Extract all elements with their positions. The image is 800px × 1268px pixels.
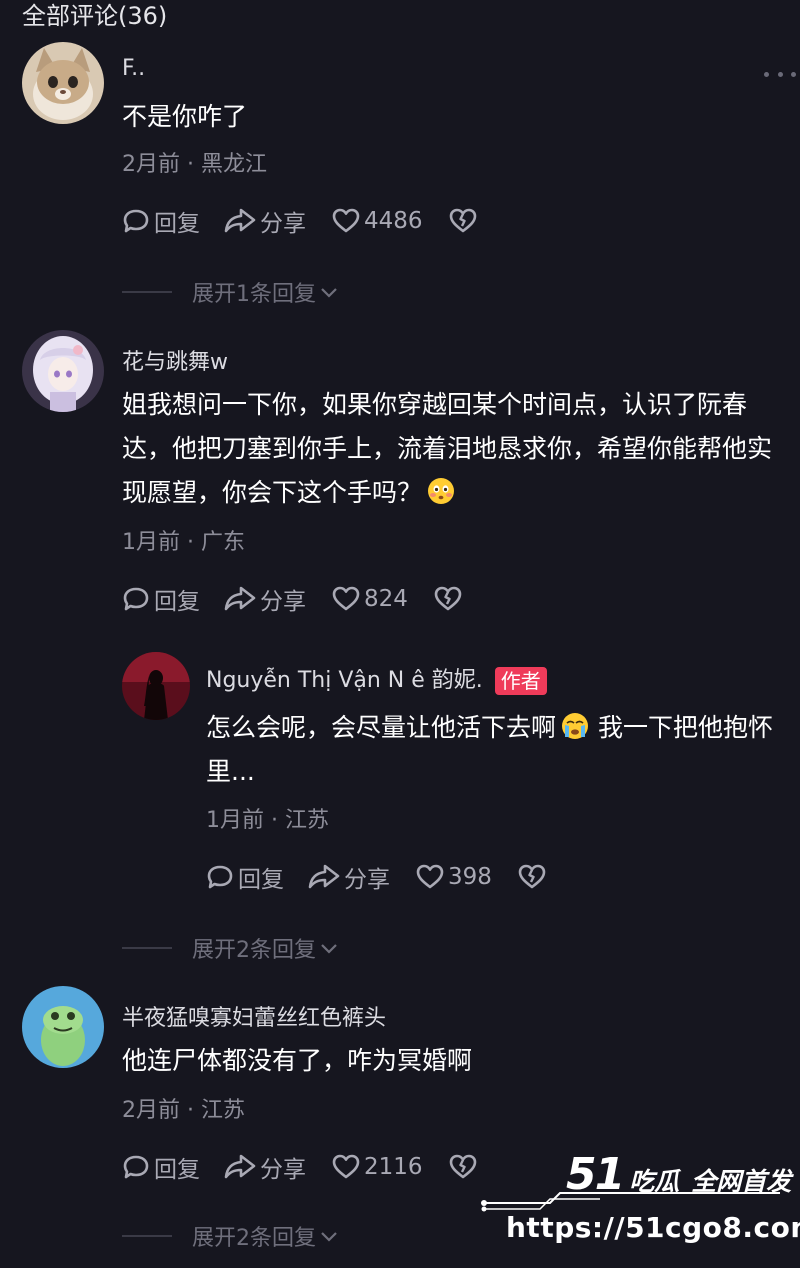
expand-replies-button[interactable]: 展开2条回复 bbox=[122, 1220, 340, 1252]
site-watermark: 51 吃瓜 全网首发 https://51cgo8.com bbox=[480, 1145, 800, 1268]
author-avatar[interactable] bbox=[122, 652, 190, 720]
reply-button[interactable]: 回复 bbox=[122, 204, 200, 238]
reply-actions: 回复 分享 398 bbox=[206, 860, 546, 894]
more-dot bbox=[791, 71, 796, 77]
reply-text-part1: 怎么会呢，会尽量让他活下去啊 bbox=[206, 713, 557, 742]
expand-replies-button[interactable]: 展开1条回复 bbox=[122, 276, 340, 308]
chevron-down-icon bbox=[321, 288, 337, 298]
divider-line bbox=[122, 1235, 172, 1237]
expand-replies-label: 展开2条回复 bbox=[192, 938, 316, 963]
share-button[interactable]: 分享 bbox=[224, 582, 306, 616]
dislike-button[interactable] bbox=[449, 207, 477, 235]
more-dot bbox=[764, 71, 769, 77]
more-dot bbox=[777, 71, 783, 77]
heart-icon bbox=[332, 1154, 360, 1179]
comment-text: 姐我想问一下你，如果你穿越回某个时间点，认识了阮春达，他把刀塞到你手上，流着泪地… bbox=[122, 383, 794, 515]
comment-actions: 回复 分享 2116 bbox=[122, 1150, 477, 1184]
comment-username[interactable]: 半夜猛嗅寡妇蕾丝红色裤头 bbox=[122, 1000, 386, 1032]
watermark-logo: 51 吃瓜 全网首发 bbox=[566, 1153, 791, 1197]
reply-icon bbox=[123, 587, 149, 611]
broken-heart-icon bbox=[434, 586, 462, 611]
share-label: 分享 bbox=[260, 1157, 306, 1183]
comment-meta: 1月前 · 广东 bbox=[122, 530, 245, 555]
expand-replies-label: 展开2条回复 bbox=[192, 1226, 316, 1251]
broken-heart-icon bbox=[449, 208, 476, 233]
comment-username[interactable]: F.. bbox=[122, 56, 145, 81]
share-button[interactable]: 分享 bbox=[224, 204, 306, 238]
watermark-name: 吃瓜 bbox=[629, 1167, 680, 1196]
comment-text: 不是你咋了 bbox=[122, 102, 248, 131]
watermark-slogan: 全网首发 bbox=[691, 1167, 792, 1196]
chevron-down-icon bbox=[321, 944, 337, 954]
comment-text: 他连尸体都没有了，咋为冥婚啊 bbox=[122, 1046, 473, 1075]
like-button[interactable]: 2116 bbox=[332, 1153, 423, 1181]
reply-label: 回复 bbox=[154, 1157, 200, 1183]
comment-actions: 回复 分享 824 bbox=[122, 582, 462, 616]
comment-meta: 2月前 · 江苏 bbox=[122, 1098, 245, 1123]
comment-meta: 2月前 · 黑龙江 bbox=[122, 152, 267, 177]
share-button[interactable]: 分享 bbox=[224, 1150, 306, 1184]
reply-button[interactable]: 回复 bbox=[122, 1150, 200, 1184]
like-button[interactable]: 824 bbox=[332, 585, 408, 613]
like-count: 398 bbox=[448, 864, 492, 890]
like-count: 824 bbox=[364, 586, 408, 612]
share-label: 分享 bbox=[260, 211, 306, 237]
reply-label: 回复 bbox=[154, 589, 200, 615]
dislike-button[interactable] bbox=[434, 585, 462, 613]
share-icon bbox=[224, 1154, 256, 1179]
avatar[interactable] bbox=[22, 986, 104, 1068]
heart-icon bbox=[332, 208, 360, 233]
comment-username[interactable]: 花与跳舞w bbox=[122, 344, 228, 376]
broken-heart-icon bbox=[449, 1154, 476, 1179]
share-label: 分享 bbox=[260, 589, 306, 615]
reply-meta: 1月前 · 江苏 bbox=[206, 808, 329, 833]
reply-icon bbox=[207, 865, 233, 889]
dislike-button[interactable] bbox=[518, 863, 546, 891]
reply-label: 回复 bbox=[238, 867, 284, 893]
expand-replies-button[interactable]: 展开2条回复 bbox=[122, 932, 340, 964]
share-label: 分享 bbox=[344, 867, 390, 893]
share-icon bbox=[224, 586, 256, 611]
chevron-down-icon bbox=[321, 1232, 337, 1242]
flushed-face-emoji-icon bbox=[428, 478, 455, 504]
heart-icon bbox=[332, 586, 360, 611]
avatar[interactable] bbox=[22, 330, 104, 412]
reply-label: 回复 bbox=[154, 211, 200, 237]
reply-button[interactable]: 回复 bbox=[206, 860, 284, 894]
heart-icon bbox=[416, 864, 444, 889]
avatar[interactable] bbox=[22, 42, 104, 124]
share-icon bbox=[224, 208, 256, 233]
watermark-number: 51 bbox=[566, 1149, 625, 1200]
share-icon bbox=[308, 864, 340, 889]
comments-count-title: 全部评论(36) bbox=[22, 2, 168, 30]
divider-line bbox=[122, 291, 172, 293]
author-name[interactable]: Nguyễn Thị Vận N ê 韵妮. bbox=[206, 668, 483, 693]
reply-button[interactable]: 回复 bbox=[122, 582, 200, 616]
reply-text: 怎么会呢，会尽量让他活下去啊 我一下把他抱怀里... bbox=[206, 706, 796, 794]
comment-actions: 回复 分享 4486 bbox=[122, 204, 477, 238]
comments-page: 全部评论(36) F.. 不是你咋了 2月前 · 黑龙江 回复 分享 4486 … bbox=[0, 0, 800, 1268]
like-button[interactable]: 398 bbox=[416, 863, 492, 891]
like-button[interactable]: 4486 bbox=[332, 207, 423, 235]
reply-icon bbox=[123, 1155, 149, 1179]
more-options-button[interactable] bbox=[764, 64, 796, 84]
crying-face-emoji-icon bbox=[562, 713, 589, 739]
like-count: 2116 bbox=[364, 1154, 423, 1180]
reply-icon bbox=[123, 209, 149, 233]
expand-replies-label: 展开1条回复 bbox=[192, 282, 316, 307]
share-button[interactable]: 分享 bbox=[308, 860, 390, 894]
author-badge: 作者 bbox=[494, 667, 547, 695]
dislike-button[interactable] bbox=[449, 1153, 477, 1181]
watermark-url: https://51cgo8.com bbox=[506, 1211, 800, 1244]
broken-heart-icon bbox=[518, 864, 546, 889]
like-count: 4486 bbox=[364, 208, 423, 234]
divider-line bbox=[122, 947, 172, 949]
reply-username: Nguyễn Thị Vận N ê 韵妮. 作者 bbox=[206, 662, 547, 695]
